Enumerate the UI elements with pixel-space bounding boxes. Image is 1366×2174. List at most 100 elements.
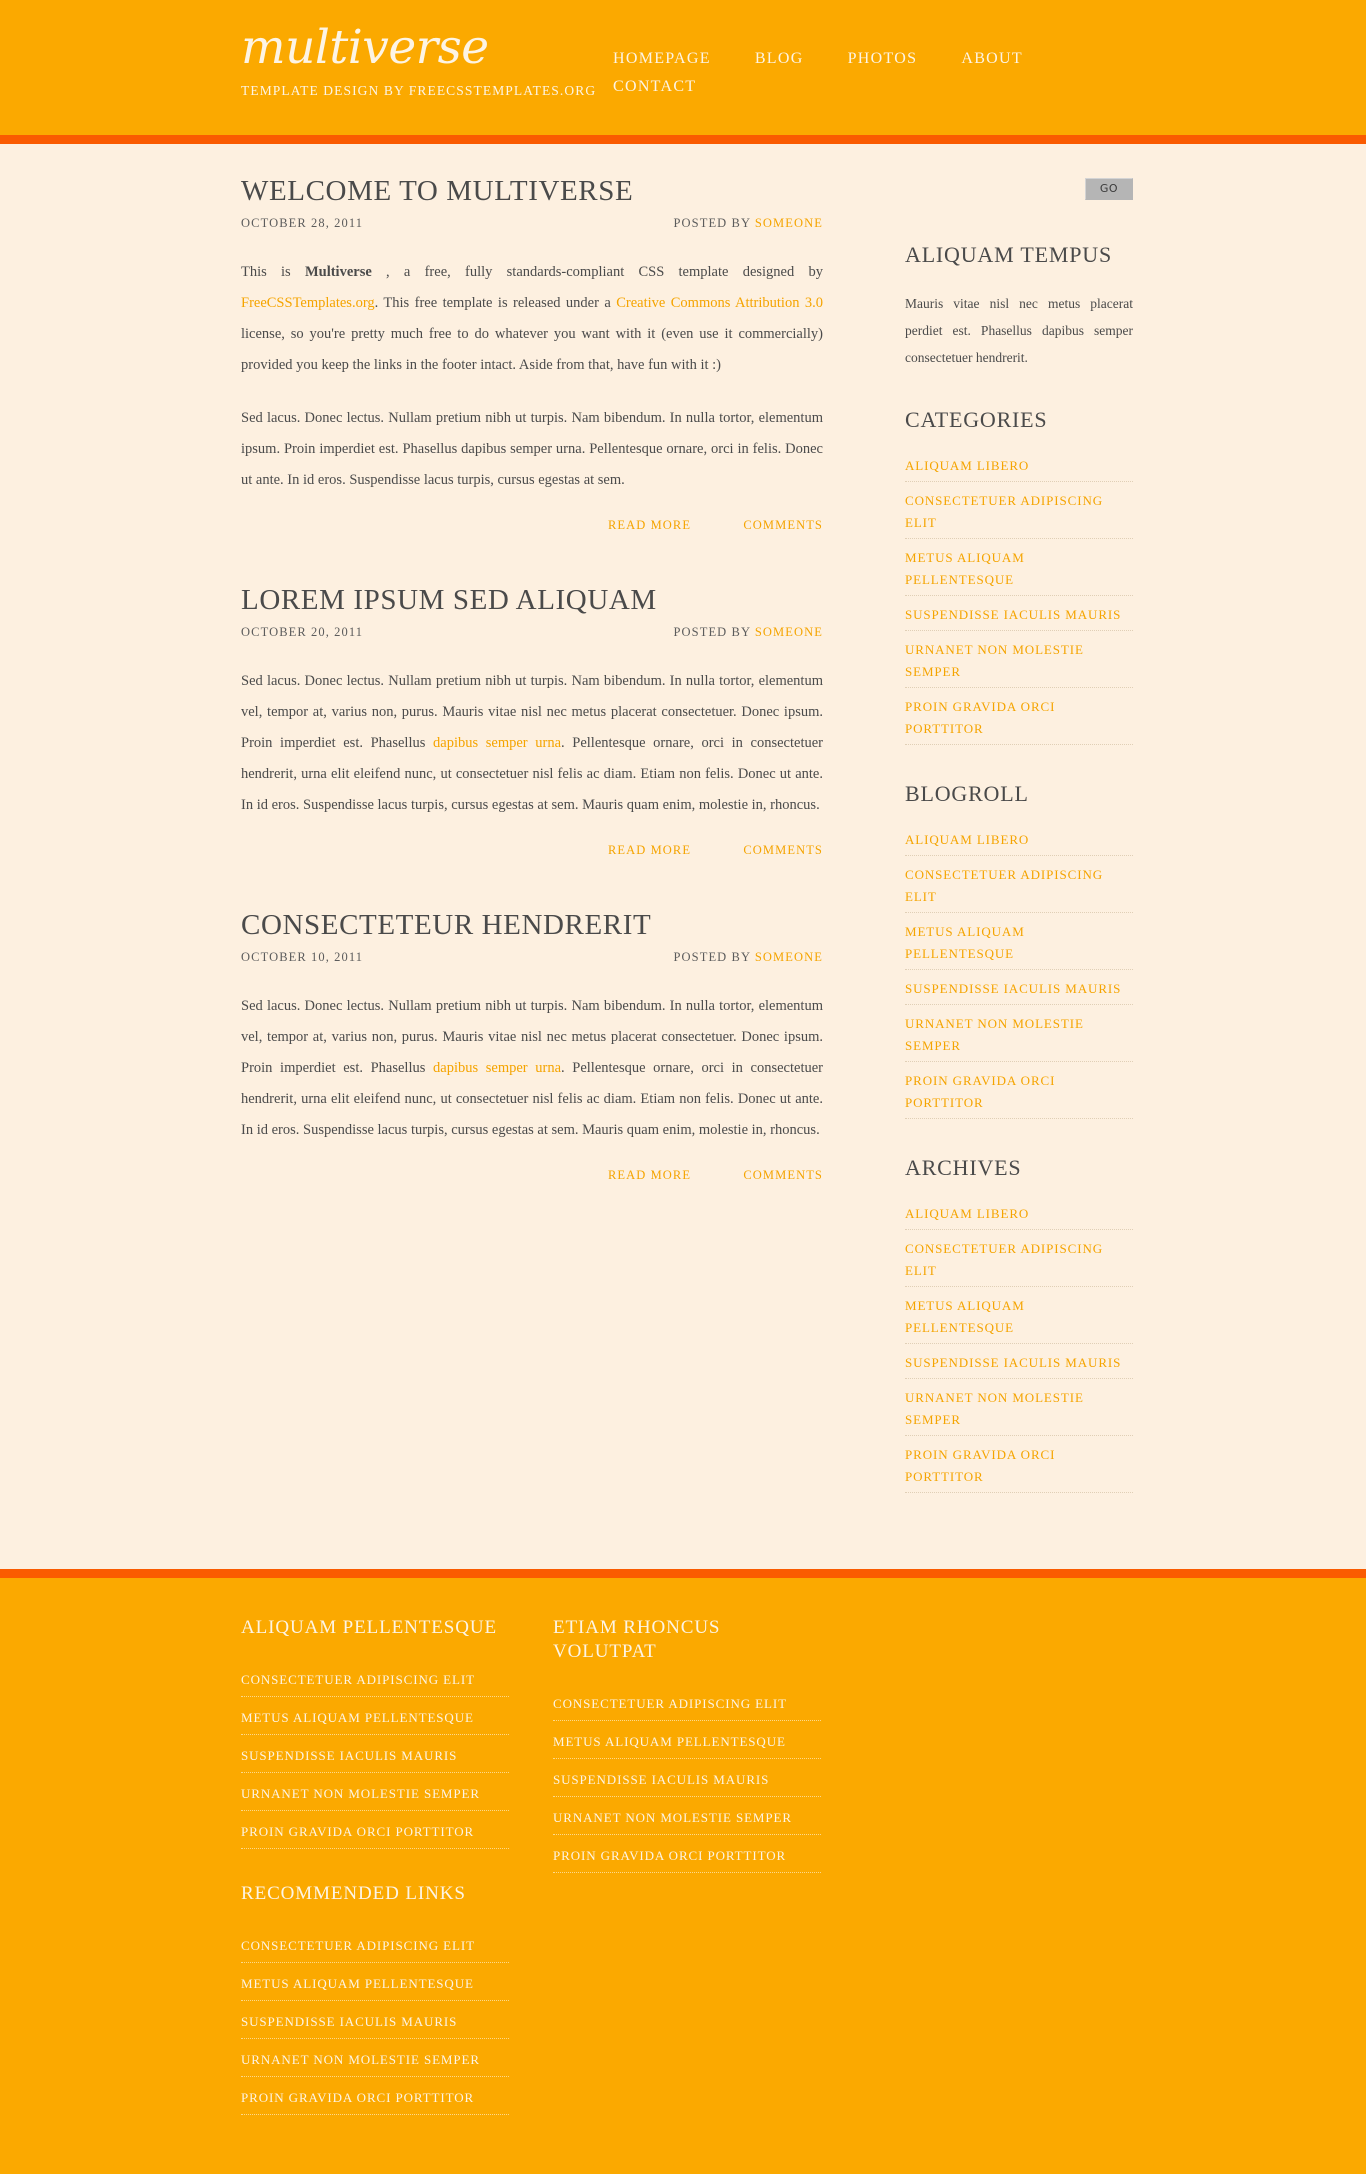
inline-link-dapibus[interactable]: dapibus semper urna [433,1060,561,1076]
footer-link[interactable]: Suspendisse iaculis mauris [241,2010,509,2033]
list-item[interactable]: Metus aliquam pellentesque [241,1972,509,2001]
list-item[interactable]: Suspendisse iaculis mauris [241,2010,509,2039]
list-item[interactable]: Metus aliquam pellentesque [905,547,1133,596]
list-item[interactable]: Suspendisse iaculis mauris [905,604,1133,631]
read-more-link[interactable]: Read More [608,518,691,532]
widget-list: Aliquam libero Consectetuer adipiscing e… [905,455,1133,745]
post-title[interactable]: Welcome to Multiverse [241,174,823,208]
post-title[interactable]: Lorem Ipsum Sed Aliquam [241,583,823,617]
list-item[interactable]: Urnanet non molestie semper [241,1782,509,1811]
footer-link[interactable]: Metus aliquam pellentesque [241,1972,509,1995]
nav-item-blog[interactable]: Blog [755,50,804,68]
widget-link[interactable]: Consectetuer adipiscing elit [905,1238,1133,1282]
list-item[interactable]: Proin gravida orci porttitor [905,696,1133,745]
post-author-link[interactable]: someone [755,950,823,964]
widget-link[interactable]: Aliquam libero [905,1203,1133,1225]
widget-link[interactable]: Consectetuer adipiscing elit [905,490,1133,534]
list-item[interactable]: Suspendisse iaculis mauris [905,1352,1133,1379]
footer-link[interactable]: Metus aliquam pellentesque [241,1706,509,1729]
list-item[interactable]: Consectetuer adipiscing elit [905,1238,1133,1287]
comments-link[interactable]: Comments [743,518,823,532]
list-item[interactable]: Consectetuer adipiscing elit [905,864,1133,913]
list-item[interactable]: Urnanet non molestie semper [241,2048,509,2077]
list-item[interactable]: Metus aliquam pellentesque [905,921,1133,970]
list-item[interactable]: Consectetuer adipiscing elit [241,1934,509,1963]
post-title[interactable]: Consecteteur Hendrerit [241,908,823,942]
footer-link[interactable]: Consectetuer adipiscing elit [241,1668,509,1691]
nav-link-homepage[interactable]: Homepage [613,50,711,67]
footer-link[interactable]: Proin gravida orci porttitor [241,2086,509,2109]
widget-link[interactable]: Aliquam libero [905,455,1133,477]
nav-item-photos[interactable]: Photos [848,50,918,68]
footer-link[interactable]: Urnanet non molestie semper [553,1806,821,1829]
list-item[interactable]: Aliquam libero [905,829,1133,856]
widget-link[interactable]: Metus aliquam pellentesque [905,547,1133,591]
list-item[interactable]: Urnanet non molestie semper [905,1013,1133,1062]
header-divider-bar [0,135,1366,144]
nav-link-photos[interactable]: Photos [848,50,918,67]
list-item[interactable]: Proin gravida orci porttitor [553,1844,821,1873]
nav-link-blog[interactable]: Blog [755,50,804,67]
page-root: multiverse Template design by FreeCSSTem… [0,0,1366,2174]
post-author-link[interactable]: someone [755,216,823,230]
nav-link-contact[interactable]: Contact [613,78,696,95]
footer-link[interactable]: Proin gravida orci porttitor [553,1844,821,1867]
widget-link[interactable]: Aliquam libero [905,829,1133,851]
widget-link[interactable]: Consectetuer adipiscing elit [905,864,1133,908]
list-item[interactable]: Proin gravida orci porttitor [241,2086,509,2115]
footer-link[interactable]: Suspendisse iaculis mauris [553,1768,821,1791]
widget-link[interactable]: Urnanet non molestie semper [905,1013,1133,1057]
list-item[interactable]: Urnanet non molestie semper [553,1806,821,1835]
footer-link[interactable]: Proin gravida orci porttitor [241,1820,509,1843]
widget-link[interactable]: Suspendisse iaculis mauris [905,1352,1133,1374]
list-item[interactable]: Metus aliquam pellentesque [241,1706,509,1735]
list-item[interactable]: Urnanet non molestie semper [905,639,1133,688]
widget-link[interactable]: Proin gravida orci porttitor [905,1444,1133,1488]
list-item[interactable]: Urnanet non molestie semper [905,1387,1133,1436]
list-item[interactable]: Consectetuer adipiscing elit [241,1668,509,1697]
footer-link[interactable]: Consectetuer adipiscing elit [553,1692,821,1715]
widget-link[interactable]: Metus aliquam pellentesque [905,1295,1133,1339]
nav-item-contact[interactable]: Contact [613,78,696,96]
widget-link[interactable]: Suspendisse iaculis mauris [905,604,1133,626]
widget-link[interactable]: Metus aliquam pellentesque [905,921,1133,965]
list-item[interactable]: Proin gravida orci porttitor [905,1444,1133,1493]
widget-link[interactable]: Proin gravida orci porttitor [905,696,1133,740]
list-item[interactable]: Suspendisse iaculis mauris [905,978,1133,1005]
comments-link[interactable]: Comments [743,843,823,857]
footer-link[interactable]: Urnanet non molestie semper [241,1782,509,1805]
widget-link[interactable]: Suspendisse iaculis mauris [905,978,1133,1000]
list-item[interactable]: Proin gravida orci porttitor [905,1070,1133,1119]
footer-link[interactable]: Urnanet non molestie semper [241,2048,509,2071]
nav-item-about[interactable]: About [961,50,1023,68]
list-item[interactable]: Metus aliquam pellentesque [905,1295,1133,1344]
read-more-link[interactable]: Read More [608,843,691,857]
nav-item-homepage[interactable]: Homepage [613,50,711,68]
text-fragment: This is [241,264,305,280]
inline-link-license[interactable]: Creative Commons Attribution 3.0 [616,295,823,311]
logo-title[interactable]: multiverse [241,22,596,74]
list-item[interactable]: Proin gravida orci porttitor [241,1820,509,1849]
post-item: Lorem Ipsum Sed Aliquam October 20, 2011… [241,583,823,858]
nav-link-about[interactable]: About [961,50,1023,67]
inline-link-freecsstemplates[interactable]: FreeCSSTemplates.org [241,295,375,311]
widget-link[interactable]: Proin gravida orci porttitor [905,1070,1133,1114]
list-item[interactable]: Aliquam libero [905,1203,1133,1230]
read-more-link[interactable]: Read More [608,1168,691,1182]
footer-link[interactable]: Consectetuer adipiscing elit [241,1934,509,1957]
widget-link[interactable]: Urnanet non molestie semper [905,639,1133,683]
list-item[interactable]: Suspendisse iaculis mauris [553,1768,821,1797]
inline-link-dapibus[interactable]: dapibus semper urna [433,735,561,751]
list-item[interactable]: Suspendisse iaculis mauris [241,1744,509,1773]
list-item[interactable]: Consectetuer adipiscing elit [905,490,1133,539]
footer-link[interactable]: Suspendisse iaculis mauris [241,1744,509,1767]
search-go-button[interactable]: GO [1084,178,1133,200]
list-item[interactable]: Aliquam libero [905,455,1133,482]
search-form: GO [1084,178,1133,200]
list-item[interactable]: Consectetuer adipiscing elit [553,1692,821,1721]
footer-link[interactable]: Metus aliquam pellentesque [553,1730,821,1753]
post-author-link[interactable]: someone [755,625,823,639]
widget-link[interactable]: Urnanet non molestie semper [905,1387,1133,1431]
site-logo[interactable]: multiverse Template design by FreeCSSTem… [241,22,596,99]
comments-link[interactable]: Comments [743,1168,823,1182]
